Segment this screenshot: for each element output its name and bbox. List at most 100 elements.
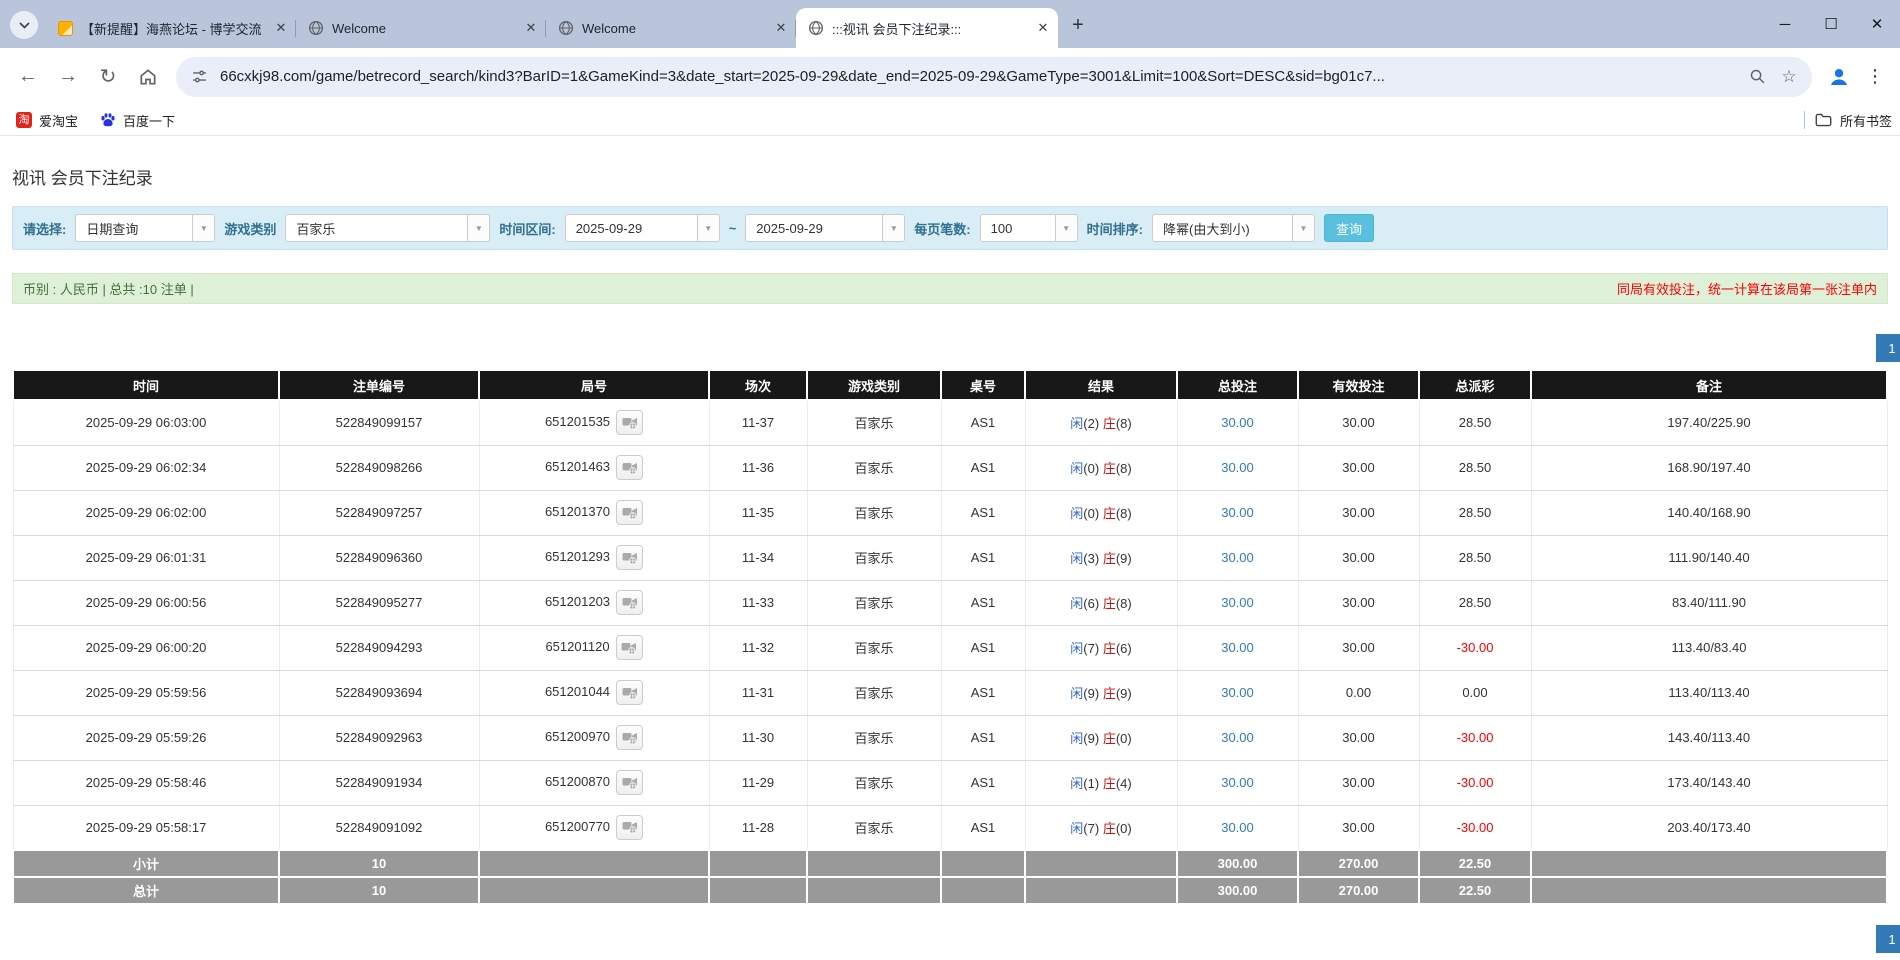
cell-bet-id: 522849095277 (279, 580, 479, 625)
tab-forum[interactable]: 【新提醒】海燕论坛 - 博学交流 ✕ (46, 8, 296, 48)
total-bet-link[interactable]: 30.00 (1221, 775, 1254, 790)
payout-value: 28.50 (1459, 550, 1492, 565)
video-replay-button[interactable] (616, 680, 643, 705)
game-kind-label: 游戏类别 (224, 219, 276, 238)
browser-menu-icon[interactable]: ⋮ (1860, 59, 1890, 95)
video-replay-button[interactable] (616, 500, 643, 525)
result-player-points: (2) (1083, 416, 1099, 431)
total-bet-link[interactable]: 30.00 (1221, 415, 1254, 430)
pagination-bottom: 1 (12, 925, 1888, 953)
close-icon[interactable]: ✕ (522, 19, 540, 37)
total-bet-link[interactable]: 30.00 (1221, 550, 1254, 565)
cell-result: 闲(3) 庄(9) (1025, 535, 1177, 580)
result-banker-points: (8) (1116, 506, 1132, 521)
result-player: 闲 (1070, 731, 1083, 746)
result-banker-points: (8) (1116, 416, 1132, 431)
bookmark-baidu[interactable]: 百度一下 (92, 108, 183, 133)
cell-payout: -30.00 (1419, 760, 1531, 805)
cell-game: 百家乐 (807, 400, 941, 445)
result-banker-points: (4) (1116, 776, 1132, 791)
cell-result: 闲(1) 庄(4) (1025, 760, 1177, 805)
close-window-icon[interactable]: ✕ (1854, 0, 1900, 48)
cell-table: AS1 (941, 490, 1025, 535)
date-start-select[interactable]: 2025-09-29 ▼ (565, 214, 720, 242)
cell-time: 2025-09-29 05:58:46 (13, 760, 279, 805)
result-player: 闲 (1070, 776, 1083, 791)
address-bar[interactable]: 66cxkj98.com/game/betrecord_search/kind3… (176, 57, 1812, 97)
close-icon[interactable]: ✕ (272, 19, 290, 37)
total-bet-link[interactable]: 30.00 (1221, 820, 1254, 835)
payout-value: -30.00 (1457, 820, 1494, 835)
cell-table: AS1 (941, 400, 1025, 445)
per-page-select[interactable]: 100 ▼ (980, 214, 1078, 242)
cell-remark: 203.40/173.40 (1531, 805, 1887, 850)
total-bet-link[interactable]: 30.00 (1221, 730, 1254, 745)
cell-bet-id: 522849094293 (279, 625, 479, 670)
total-payout: 22.50 (1419, 877, 1531, 904)
site-info-icon[interactable] (188, 66, 210, 88)
profile-icon[interactable] (1822, 60, 1856, 94)
video-replay-button[interactable] (616, 545, 643, 570)
cell-session: 11-32 (709, 625, 807, 670)
cell-game: 百家乐 (807, 715, 941, 760)
url-text[interactable]: 66cxkj98.com/game/betrecord_search/kind3… (220, 68, 1736, 85)
subtotal-valid-bet: 270.00 (1298, 850, 1419, 877)
result-banker-points: (9) (1116, 686, 1132, 701)
video-replay-button[interactable] (616, 410, 643, 435)
page-1-button[interactable]: 1 (1876, 925, 1900, 953)
close-icon[interactable]: ✕ (1034, 19, 1052, 37)
header-table: 桌号 (941, 370, 1025, 400)
table-row: 2025-09-29 06:02:00522849097257651201370… (13, 490, 1887, 535)
video-replay-button[interactable] (616, 635, 643, 660)
game-kind-select[interactable]: 百家乐 ▼ (285, 214, 490, 242)
close-icon[interactable]: ✕ (772, 19, 790, 37)
bookmark-star-icon[interactable]: ☆ (1778, 66, 1800, 88)
total-bet-link[interactable]: 30.00 (1221, 595, 1254, 610)
cell-total-bet: 30.00 (1177, 400, 1298, 445)
video-replay-button[interactable] (616, 770, 643, 795)
cell-table: AS1 (941, 805, 1025, 850)
new-tab-button[interactable]: + (1064, 11, 1092, 39)
globe-icon (558, 20, 574, 36)
cell-session: 11-28 (709, 805, 807, 850)
all-bookmarks-button[interactable]: 所有书签 (1815, 111, 1892, 130)
result-player: 闲 (1070, 641, 1083, 656)
cell-valid-bet: 30.00 (1298, 625, 1419, 670)
tab-bet-records-active[interactable]: :::视讯 会员下注纪录::: ✕ (796, 8, 1058, 48)
refresh-icon[interactable]: ↻ (90, 59, 126, 95)
tab-search-button[interactable] (10, 11, 38, 39)
total-bet-link[interactable]: 30.00 (1221, 460, 1254, 475)
sort-select[interactable]: 降幂(由大到小) ▼ (1152, 214, 1315, 242)
tab-welcome-2[interactable]: Welcome ✕ (546, 8, 796, 48)
video-replay-icon (622, 551, 638, 565)
video-replay-button[interactable] (616, 725, 643, 750)
total-bet-link[interactable]: 30.00 (1221, 505, 1254, 520)
total-bet-link[interactable]: 30.00 (1221, 685, 1254, 700)
tab-title: 【新提醒】海燕论坛 - 博学交流 (81, 19, 264, 38)
cell-total-bet: 30.00 (1177, 580, 1298, 625)
forward-icon[interactable]: → (50, 59, 86, 95)
result-player: 闲 (1070, 506, 1083, 521)
video-replay-button[interactable] (616, 815, 643, 840)
bookmark-taobao[interactable]: 淘 爱淘宝 (8, 108, 86, 133)
empty-cell (807, 850, 941, 877)
video-replay-button[interactable] (616, 590, 643, 615)
tab-welcome-1[interactable]: Welcome ✕ (296, 8, 546, 48)
maximize-icon[interactable]: ☐ (1808, 0, 1854, 48)
back-icon[interactable]: ← (10, 59, 46, 95)
chevron-down-icon: ▼ (467, 215, 489, 241)
cell-total-bet: 30.00 (1177, 625, 1298, 670)
video-replay-button[interactable] (616, 455, 643, 480)
search-button[interactable]: 查询 (1324, 214, 1374, 242)
result-player: 闲 (1070, 416, 1083, 431)
cell-total-bet: 30.00 (1177, 805, 1298, 850)
zoom-icon[interactable] (1746, 66, 1768, 88)
query-type-select[interactable]: 日期查询 ▼ (75, 214, 215, 242)
date-range-label: 时间区间: (499, 219, 555, 238)
date-end-select[interactable]: 2025-09-29 ▼ (745, 214, 905, 242)
minimize-icon[interactable]: ─ (1762, 0, 1808, 48)
page-1-button[interactable]: 1 (1876, 334, 1900, 362)
cell-round: 651201203 (479, 580, 709, 625)
home-icon[interactable] (130, 59, 166, 95)
total-bet-link[interactable]: 30.00 (1221, 640, 1254, 655)
